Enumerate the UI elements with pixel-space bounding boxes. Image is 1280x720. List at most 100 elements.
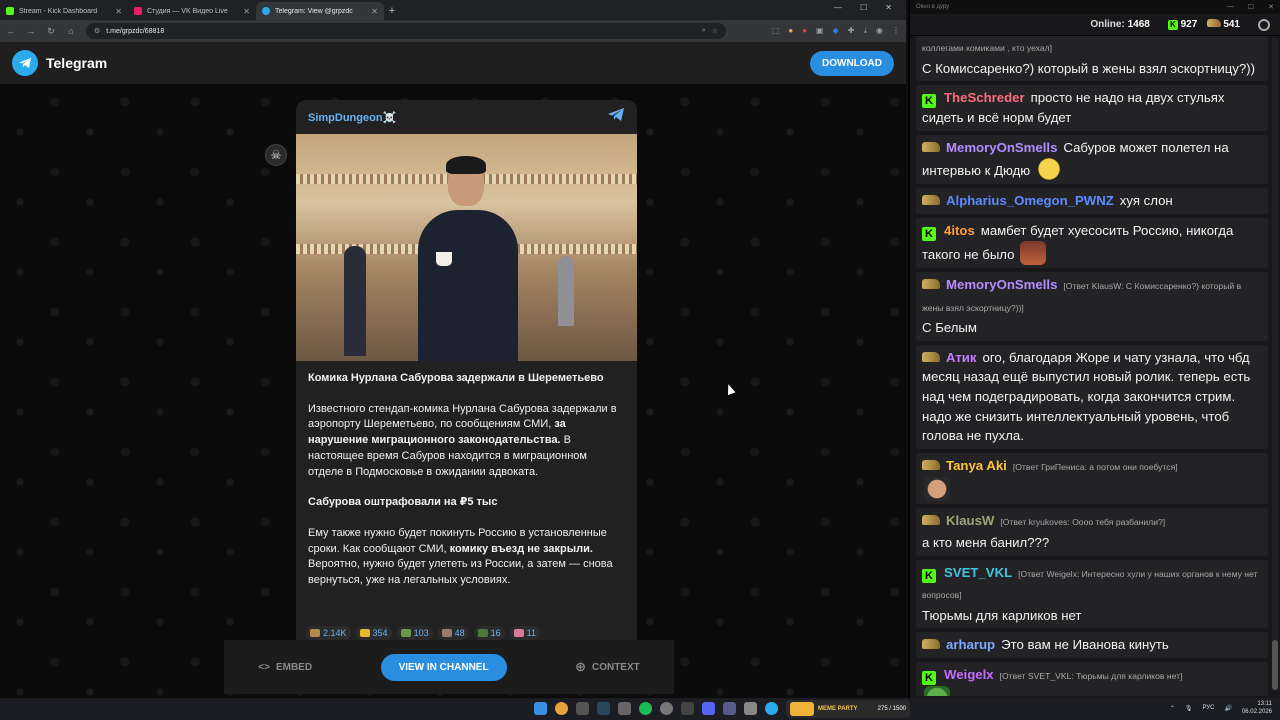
tab-telegram[interactable]: Telegram: View @grpzdc ✕: [256, 2, 384, 20]
chat-username[interactable]: Weigelx: [944, 667, 994, 682]
app-icon[interactable]: [618, 702, 631, 715]
menu-icon[interactable]: ⋮: [892, 26, 900, 36]
language-indicator[interactable]: РУС: [1202, 705, 1214, 711]
chat-scroll-thumb[interactable]: [1272, 640, 1278, 690]
share-icon[interactable]: [607, 107, 625, 127]
chat-username[interactable]: Alpharius_Omegon_PWNZ: [946, 193, 1114, 208]
post-photo[interactable]: [296, 134, 637, 361]
tab-kick-dashboard[interactable]: Stream - Kick Dashboard ✕: [0, 2, 128, 20]
reaction-emoji-icon: [310, 629, 320, 637]
vk-badge-icon: [922, 459, 940, 470]
reaction-chip[interactable]: 2.14K: [306, 626, 351, 640]
steam-icon[interactable]: [597, 702, 610, 715]
forward-icon[interactable]: →: [26, 26, 36, 36]
discord-icon[interactable]: [702, 702, 715, 715]
reaction-chip[interactable]: 103: [396, 626, 433, 640]
close-window-icon[interactable]: ✕: [885, 3, 892, 12]
start-icon[interactable]: [534, 702, 547, 715]
chat-message: MemoryOnSmells [Ответ KlausW: С Комиссаре…: [916, 271, 1268, 341]
system-tray: ⌃ 🎙 РУС 🔊 13:11 06.02.2026: [1170, 700, 1272, 716]
mouse-cursor-icon: [724, 382, 736, 396]
extension-icon[interactable]: ●: [788, 26, 793, 36]
reaction-chip[interactable]: 354: [355, 626, 392, 640]
chat-stats: Online: 1468 K 927 541: [910, 14, 1280, 36]
close-icon[interactable]: ✕: [243, 7, 250, 16]
vk-badge-icon: [922, 195, 940, 206]
telegram-brand[interactable]: Telegram: [46, 55, 107, 71]
chat-username[interactable]: TheSchreder: [944, 90, 1025, 105]
chat-message: K 4itos мамбет будет хуесосить Россию, ник…: [916, 217, 1268, 268]
download-icon[interactable]: ⤓: [863, 26, 867, 36]
reload-icon[interactable]: ↻: [46, 26, 56, 37]
post-title: Комика Нурлана Сабурова задержали в Шере…: [308, 372, 604, 384]
maximize-icon[interactable]: ☐: [1248, 3, 1254, 11]
embed-button[interactable]: <> EMBED: [258, 662, 312, 673]
vk-viewers: 541: [1207, 19, 1240, 30]
volume-icon[interactable]: 🔊: [1224, 705, 1231, 712]
clock[interactable]: 13:11 06.02.2026: [1242, 700, 1272, 716]
reaction-chip[interactable]: 16: [473, 626, 505, 640]
terminal-icon[interactable]: [576, 702, 589, 715]
close-icon[interactable]: ✕: [115, 7, 122, 16]
spotify-icon[interactable]: [639, 702, 652, 715]
zoom-icon[interactable]: ⌕: [702, 27, 706, 35]
bookmark-star-icon[interactable]: ☆: [712, 27, 718, 35]
chat-username[interactable]: MemoryOnSmells: [946, 277, 1057, 292]
profile-icon[interactable]: ◉: [876, 26, 883, 36]
extension-icon[interactable]: ⬚: [772, 26, 780, 36]
reaction-chip[interactable]: 11: [509, 626, 540, 640]
chat-message: MemoryOnSmells Сабуров может полетел на и…: [916, 134, 1268, 185]
home-icon[interactable]: ⌂: [66, 26, 76, 36]
emote-icon: [924, 686, 950, 696]
chat-username[interactable]: Атик: [946, 350, 977, 365]
minimize-icon[interactable]: —: [1227, 3, 1234, 11]
back-icon[interactable]: ←: [6, 26, 16, 36]
app-icon[interactable]: [744, 702, 757, 715]
chat-username[interactable]: SVET_VKL: [944, 565, 1012, 580]
meme-party-logo-icon: [790, 702, 814, 716]
chat-username[interactable]: Tanya Aki: [946, 458, 1007, 473]
obs-icon[interactable]: [660, 702, 673, 715]
chat-message: Атик ого, благодаря Жоре и чату узнала, ч…: [916, 344, 1268, 449]
chat-scrollbar[interactable]: [1272, 38, 1278, 688]
view-in-channel-button[interactable]: VIEW IN CHANNEL: [380, 653, 507, 681]
context-button[interactable]: ⊕ CONTEXT: [575, 659, 640, 675]
kick-badge-icon: K: [922, 568, 936, 583]
telegram-icon: [262, 7, 270, 15]
address-bar[interactable]: ⚙ t.me/grpzdc/68818 ⌕ ☆: [86, 23, 726, 39]
tab-vk-studio[interactable]: Студия — VK Видео Live ✕: [128, 2, 256, 20]
emote-icon: [1020, 240, 1047, 265]
extension-icon[interactable]: ◆: [833, 26, 839, 36]
gear-icon[interactable]: [1258, 18, 1270, 31]
chat-username[interactable]: arharup: [946, 637, 995, 652]
channel-name-link[interactable]: SimpDungeon☠️: [308, 111, 396, 124]
app-icon[interactable]: [723, 702, 736, 715]
reaction-chip[interactable]: 48: [437, 626, 469, 640]
close-icon[interactable]: ✕: [371, 7, 378, 16]
chat-username[interactable]: MemoryOnSmells: [946, 140, 1057, 155]
background-person: [344, 246, 366, 356]
extension-icon[interactable]: ●: [802, 26, 807, 36]
reaction-emoji-icon: [441, 629, 452, 637]
new-tab-button[interactable]: +: [384, 2, 400, 20]
site-info-icon[interactable]: ⚙: [94, 27, 100, 35]
extension-icon[interactable]: ▣: [816, 26, 824, 36]
puzzle-icon[interactable]: ✚: [848, 26, 855, 36]
telegram-icon[interactable]: [765, 702, 778, 715]
chat-username[interactable]: KlausW: [946, 513, 994, 528]
app-icon[interactable]: [681, 702, 694, 715]
chevron-up-icon[interactable]: ⌃: [1170, 705, 1175, 712]
minimize-icon[interactable]: —: [834, 3, 842, 12]
meme-party-widget[interactable]: MEME PARTY 275 / 1500: [786, 700, 910, 718]
chrome-icon[interactable]: [555, 702, 568, 715]
telegram-logo-icon[interactable]: [12, 50, 38, 76]
channel-avatar[interactable]: ☠: [265, 144, 287, 166]
download-button[interactable]: DOWNLOAD: [810, 50, 894, 76]
browser-toolbar: ← → ↻ ⌂ ⚙ t.me/grpzdc/68818 ⌕ ☆ ⬚ ● ● ▣ …: [0, 20, 906, 42]
chat-message: Alpharius_Omegon_PWNZ хуя слон: [916, 188, 1268, 214]
mic-icon[interactable]: 🎙: [1185, 705, 1193, 712]
maximize-icon[interactable]: ☐: [860, 3, 867, 12]
chat-titlebar: Окно в дуру — ☐ ✕: [910, 0, 1280, 14]
close-window-icon[interactable]: ✕: [1268, 3, 1274, 11]
chat-username[interactable]: 4itos: [944, 223, 975, 238]
